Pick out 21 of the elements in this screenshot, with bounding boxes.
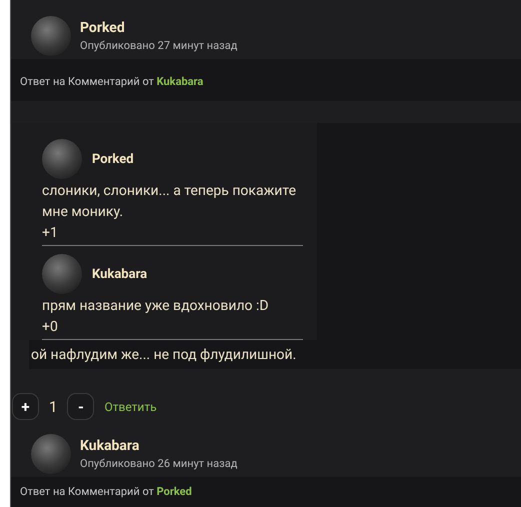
quote-text: прям название уже вдохновило :D (42, 297, 270, 316)
vote-count: 1 (49, 398, 58, 416)
publish-date: Опубликовано 26 минут назад (80, 457, 238, 470)
author-name[interactable]: Kukabara (80, 438, 238, 454)
quote-score: +1 (42, 224, 59, 243)
quote-text: слоники, слоники... а теперь покажите мне монику. (42, 182, 297, 222)
reply-link[interactable]: Ответить (104, 400, 157, 414)
upvote-button[interactable]: + (12, 393, 39, 420)
publish-date: Опубликовано 27 минут назад (80, 39, 238, 52)
avatar-image (31, 434, 71, 474)
author-name: Porked (92, 152, 134, 166)
avatar-image (42, 139, 82, 179)
quote-score: +0 (42, 318, 59, 337)
avatar-image (31, 16, 71, 56)
author-name[interactable]: Porked (80, 20, 238, 36)
avatar-image (42, 254, 82, 294)
reply-label: Ответ на Комментарий от Kukabara (20, 75, 204, 88)
comment-text: ой нафлудим же... не под флудилишной. (31, 347, 296, 363)
downvote-button[interactable]: - (67, 393, 94, 420)
reply-label: Ответ на Комментарий от Porked (20, 485, 192, 498)
author-name: Kukabara (92, 266, 148, 282)
